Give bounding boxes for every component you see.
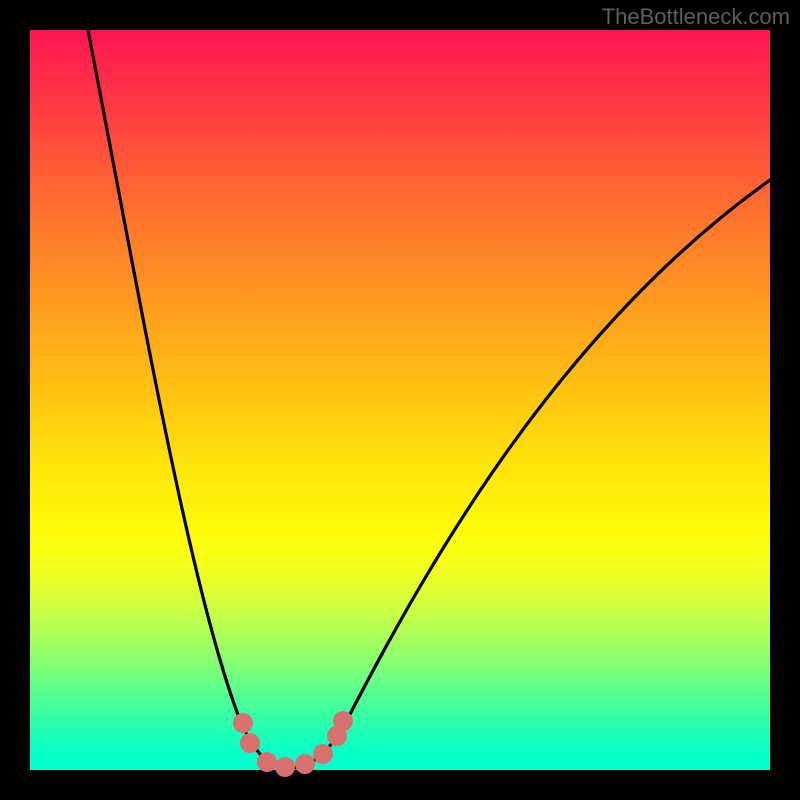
curve-marker [240, 733, 260, 753]
chart-frame: TheBottleneck.com [0, 0, 800, 800]
curve-svg [30, 30, 770, 770]
curve-marker [333, 711, 353, 731]
bottleneck-curve [88, 30, 770, 768]
plot-area [30, 30, 770, 770]
curve-marker [295, 754, 315, 774]
watermark-text: TheBottleneck.com [602, 4, 790, 30]
curve-marker [233, 713, 253, 733]
curve-markers-group [233, 711, 353, 777]
curve-marker [275, 757, 295, 777]
curve-marker [257, 752, 277, 772]
curve-marker [313, 744, 333, 764]
